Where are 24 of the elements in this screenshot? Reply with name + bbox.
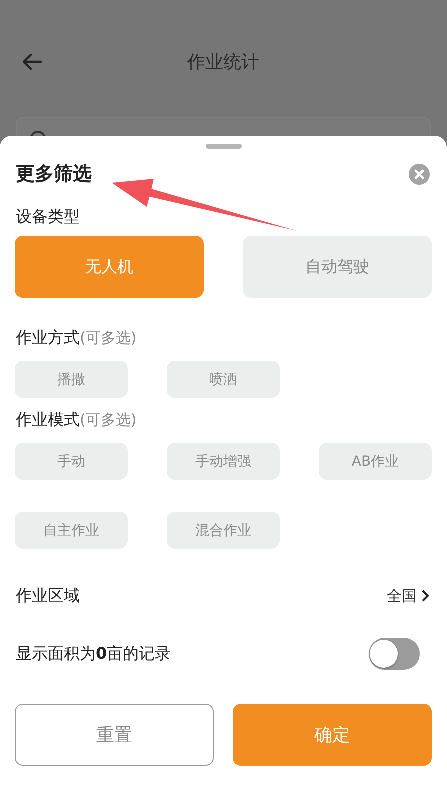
section-label: 作业方式 bbox=[16, 327, 80, 349]
hint-text: (可多选) bbox=[80, 328, 137, 349]
hint-text: (可多选) bbox=[80, 410, 137, 431]
zero-records-label: 显示面积为0亩的记录 bbox=[16, 644, 172, 664]
option-chip[interactable]: 自主作业 bbox=[15, 512, 128, 549]
close-icon[interactable] bbox=[409, 164, 430, 184]
area-label: 作业区域 bbox=[16, 586, 80, 606]
section-label: 设备类型 bbox=[16, 206, 80, 228]
option-chip[interactable]: 自动驾驶 bbox=[243, 236, 432, 298]
option-chip[interactable]: 手动增强 bbox=[167, 443, 280, 480]
drag-handle[interactable] bbox=[206, 144, 242, 149]
sheet-title: 更多筛选 bbox=[16, 162, 92, 187]
section-label: 作业模式 bbox=[16, 409, 80, 431]
option-chip[interactable]: 混合作业 bbox=[167, 512, 280, 549]
option-chip[interactable]: 播撒 bbox=[15, 361, 128, 398]
reset-button[interactable]: 重置 bbox=[15, 704, 214, 766]
option-chip[interactable]: AB作业 bbox=[319, 443, 432, 480]
option-chip[interactable]: 喷洒 bbox=[167, 361, 280, 398]
confirm-button[interactable]: 确定 bbox=[233, 704, 432, 766]
area-value[interactable]: 全国 bbox=[387, 586, 417, 606]
option-chip[interactable]: 无人机 bbox=[15, 236, 204, 298]
option-chip[interactable]: 手动 bbox=[15, 443, 128, 480]
toggle-switch[interactable] bbox=[369, 638, 420, 670]
page-title: 作业统计 bbox=[188, 51, 260, 74]
